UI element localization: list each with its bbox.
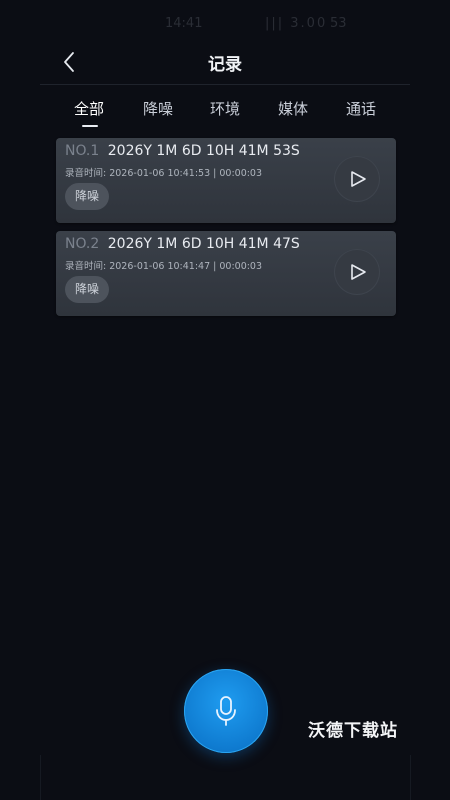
status-battery: 53 xyxy=(330,16,347,31)
tab-media[interactable]: 媒体 xyxy=(278,98,308,119)
record-title: NO.2 2026Y 1M 6D 10H 41M 47S xyxy=(65,236,300,252)
watermark: 沃德下载站 xyxy=(308,721,398,741)
record-mic-button[interactable] xyxy=(184,669,268,753)
record-card[interactable]: NO.2 2026Y 1M 6D 10H 41M 47S 录音时间: 2026-… xyxy=(56,231,396,316)
header: 记录 xyxy=(40,40,410,85)
record-number: NO.1 xyxy=(65,143,100,159)
status-network: ||| 3.00 xyxy=(265,16,328,31)
record-name: 2026Y 1M 6D 10H 41M 53S xyxy=(107,143,300,159)
tab-active-indicator xyxy=(82,125,98,127)
tab-bar: 全部 降噪 环境 媒体 通话 xyxy=(40,94,410,134)
record-name: 2026Y 1M 6D 10H 41M 47S xyxy=(107,236,300,252)
play-icon xyxy=(351,171,366,187)
record-card[interactable]: NO.1 2026Y 1M 6D 10H 41M 53S 录音时间: 2026-… xyxy=(56,138,396,223)
records-screen: 14:41 ||| 3.00 53 记录 全部 降噪 环境 媒体 通话 NO.1… xyxy=(0,0,450,800)
record-meta: 录音时间: 2026-01-06 10:41:53 | 00:00:03 xyxy=(65,168,263,179)
divider xyxy=(410,755,411,800)
record-number: NO.2 xyxy=(65,236,100,252)
record-tag: 降噪 xyxy=(65,276,110,303)
play-button[interactable] xyxy=(334,249,380,295)
play-icon xyxy=(351,264,366,280)
tab-call[interactable]: 通话 xyxy=(346,98,376,119)
status-time: 14:41 xyxy=(165,16,203,31)
record-title: NO.1 2026Y 1M 6D 10H 41M 53S xyxy=(65,143,300,159)
divider xyxy=(40,755,41,800)
tab-environment[interactable]: 环境 xyxy=(210,98,240,119)
status-bar: 14:41 ||| 3.00 53 xyxy=(0,0,450,40)
tab-all[interactable]: 全部 xyxy=(74,98,104,119)
record-tag: 降噪 xyxy=(65,183,110,210)
microphone-icon xyxy=(216,696,236,726)
tab-noise-reduction[interactable]: 降噪 xyxy=(143,98,173,119)
play-button[interactable] xyxy=(334,156,380,202)
page-title: 记录 xyxy=(208,55,242,75)
record-meta: 录音时间: 2026-01-06 10:41:47 | 00:00:03 xyxy=(65,261,263,272)
